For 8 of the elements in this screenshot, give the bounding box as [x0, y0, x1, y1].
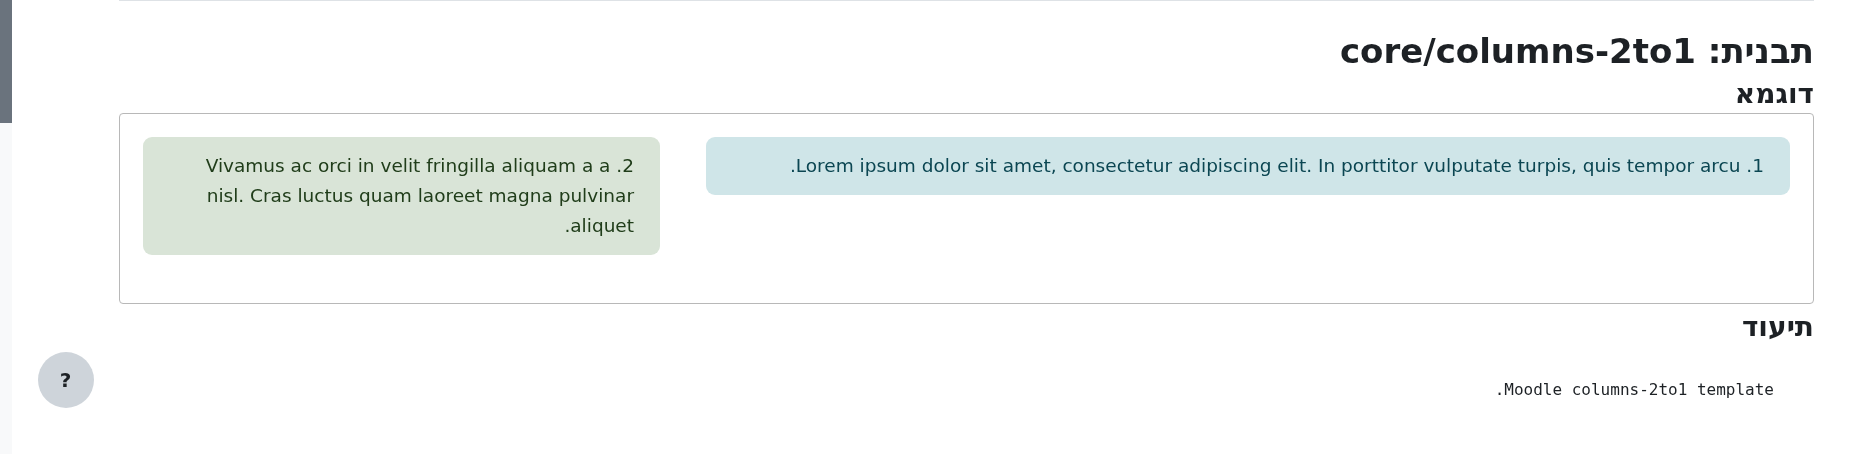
- section-heading: דוגמא: [1733, 76, 1814, 112]
- alert-box: 2. Vivamus ac orci in velit fringilla aliquam a a nisl. Cras luctus quam laoreet magna pulvinar aliquet.: [143, 137, 660, 255]
- code-text: Moodle columns-2to1 template.: [1494, 380, 1774, 399]
- help-button[interactable]: ?: [37, 352, 94, 408]
- alert-box: 1. Lorem ipsum dolor sit amet, consectetur adipiscing elit. In porttitor vulputate turpis, quis tempor arcu.: [706, 137, 1790, 195]
- section-heading: תיעוד: [1740, 309, 1814, 345]
- scrollbar-thumb[interactable]: [0, 0, 12, 123]
- page-title: תבנית: core/columns-2to1: [1338, 30, 1814, 73]
